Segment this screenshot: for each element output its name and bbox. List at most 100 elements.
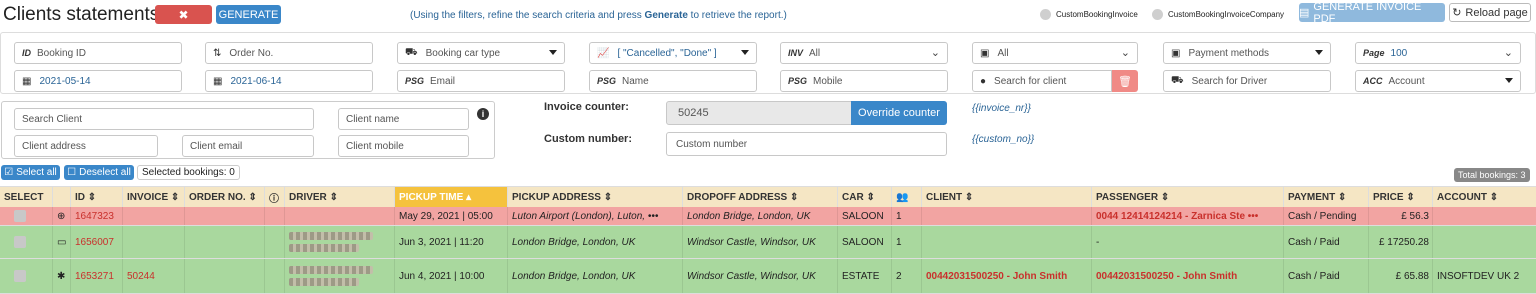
blurred-driver-name bbox=[289, 266, 373, 274]
table-row[interactable]: ▭ 1656007 Jun 3, 2021 | 11:20 London Bri… bbox=[0, 226, 1536, 259]
col-dropoff-address[interactable]: DROPOFF ADDRESS ⇕ bbox=[683, 187, 838, 208]
generate-invoice-pdf-button[interactable]: ▤ GENERATE INVOICE PDF bbox=[1299, 1, 1445, 25]
booking-id-link[interactable]: 1647323 bbox=[71, 207, 123, 225]
money-icon: ▣ bbox=[1171, 47, 1181, 59]
generate-button[interactable]: GENERATE bbox=[216, 5, 281, 24]
info-icon[interactable]: i bbox=[477, 108, 489, 120]
check-square-icon: ☑ bbox=[4, 167, 14, 178]
client-search-input[interactable]: ● Search for client bbox=[972, 70, 1112, 92]
booking-id-link[interactable]: 1653271 bbox=[71, 259, 123, 293]
driver-cell bbox=[285, 207, 395, 225]
invoice-counter-input[interactable]: 50245 bbox=[666, 101, 852, 125]
sort-icon: ⇕ bbox=[603, 192, 613, 203]
col-passengers[interactable]: 👥 bbox=[892, 187, 922, 208]
refresh-icon: ↻ bbox=[1452, 7, 1462, 19]
custom-no-template: {{custom_no}} bbox=[972, 134, 1035, 145]
psg-mobile-input[interactable]: PSG Mobile bbox=[780, 70, 948, 92]
col-id[interactable]: ID ⇕ bbox=[71, 187, 123, 208]
sort-icon: ⇕ bbox=[1160, 192, 1170, 203]
row-checkbox[interactable] bbox=[14, 236, 26, 248]
override-counter-button[interactable]: Override counter bbox=[851, 101, 947, 125]
order-no-cell bbox=[185, 226, 265, 258]
status-select[interactable]: 📈[ "Cancelled", "Done" ] bbox=[589, 42, 757, 64]
driver-cell bbox=[285, 259, 395, 293]
selected-bookings-count: Selected bookings: 0 bbox=[137, 165, 240, 180]
inv-select[interactable]: INV All ⌄ bbox=[780, 42, 948, 64]
col-pickup-address[interactable]: PICKUP ADDRESS ⇕ bbox=[508, 187, 683, 208]
col-passenger[interactable]: PASSENGER ⇕ bbox=[1092, 187, 1284, 208]
cash-select[interactable]: ▣ All ⌄ bbox=[972, 42, 1138, 64]
col-pickup-time[interactable]: PICKUP TIME ▴ bbox=[395, 187, 508, 208]
passenger-cell[interactable]: 00442031500250 - John Smith bbox=[1092, 259, 1284, 293]
psg-name-input[interactable]: PSG Name bbox=[589, 70, 757, 92]
col-order-no[interactable]: ORDER NO. ⇕ bbox=[185, 187, 265, 208]
col-driver[interactable]: DRIVER ⇕ bbox=[285, 187, 395, 208]
col-car[interactable]: CAR ⇕ bbox=[838, 187, 892, 208]
col-select[interactable]: SELECT bbox=[0, 187, 53, 208]
car-type-select[interactable]: ⛟ Booking car type bbox=[397, 42, 565, 64]
payment-cell: Cash / Paid bbox=[1284, 259, 1369, 293]
date-to-input[interactable]: ▦ 2021-06-14 bbox=[205, 70, 373, 92]
clear-client-button[interactable]: 🗑 bbox=[1112, 70, 1138, 92]
pickup-address-cell: London Bridge, London, UK bbox=[508, 226, 683, 258]
col-price[interactable]: PRICE ⇕ bbox=[1369, 187, 1433, 208]
radio-custom-booking-invoice-company[interactable]: CustomBookingInvoiceCompany bbox=[1152, 9, 1284, 20]
car-cell: ESTATE bbox=[838, 259, 892, 293]
passenger-cell[interactable]: 0044 12414124214 - Zarnica Ste ••• bbox=[1092, 207, 1284, 225]
select-all-button[interactable]: ☑ Select all bbox=[1, 165, 60, 180]
blurred-driver-detail bbox=[289, 278, 359, 286]
col-client[interactable]: CLIENT ⇕ bbox=[922, 187, 1092, 208]
info-circle-icon: ⓘ bbox=[269, 194, 279, 205]
client-mobile-input[interactable]: Client mobile bbox=[338, 135, 469, 157]
sort-icon: ⇕ bbox=[329, 192, 338, 203]
deselect-all-button[interactable]: ☐ Deselect all bbox=[64, 165, 134, 180]
order-no-cell bbox=[185, 207, 265, 225]
booking-id-link[interactable]: 1656007 bbox=[71, 226, 123, 258]
client-name-input[interactable]: Client name bbox=[338, 108, 469, 130]
driver-search-input[interactable]: ⛟ Search for Driver bbox=[1163, 70, 1331, 92]
custom-number-input[interactable]: Custom number bbox=[666, 132, 947, 156]
client-cell[interactable]: 00442031500250 - John Smith bbox=[922, 259, 1092, 293]
order-no-input[interactable]: ⇅ Order No. bbox=[205, 42, 373, 64]
users-icon: 👥 bbox=[896, 192, 909, 203]
table-row[interactable]: ⊕ 1647323 May 29, 2021 | 05:00 Luton Air… bbox=[0, 207, 1536, 226]
search-client-input[interactable]: Search Client bbox=[14, 108, 314, 130]
page-size-select[interactable]: Page 100 ⌄ bbox=[1355, 42, 1521, 64]
money-icon: ▣ bbox=[980, 47, 990, 59]
row-checkbox[interactable] bbox=[14, 210, 26, 222]
col-type bbox=[53, 187, 71, 208]
col-invoice[interactable]: INVOICE ⇕ bbox=[123, 187, 185, 208]
client-address-input[interactable]: Client address bbox=[14, 135, 158, 157]
caret-down-icon bbox=[1505, 78, 1513, 83]
sort-icon: ⇕ bbox=[1338, 192, 1347, 203]
radio-custom-booking-invoice[interactable]: CustomBookingInvoice bbox=[1040, 9, 1138, 20]
price-cell: £ 56.3 bbox=[1369, 207, 1433, 225]
shuffle-button[interactable]: ✖ bbox=[155, 5, 212, 24]
booking-id-input[interactable]: ID Booking ID bbox=[14, 42, 182, 64]
client-cell[interactable] bbox=[922, 226, 1092, 258]
globe-icon: ⊕ bbox=[57, 210, 66, 222]
pax-cell: 2 bbox=[892, 259, 922, 293]
chevron-down-icon: ⌄ bbox=[1120, 47, 1130, 59]
date-from-input[interactable]: ▦ 2021-05-14 bbox=[14, 70, 182, 92]
payment-cell: Cash / Paid bbox=[1284, 226, 1369, 258]
client-email-input[interactable]: Client email bbox=[182, 135, 314, 157]
order-no-cell bbox=[185, 259, 265, 293]
trash-icon: 🗑 bbox=[1118, 75, 1132, 88]
psg-email-input[interactable]: PSG Email bbox=[397, 70, 565, 92]
col-payment[interactable]: PAYMENT ⇕ bbox=[1284, 187, 1369, 208]
table-row[interactable]: ✱ 1653271 50244 Jun 4, 2021 | 10:00 Lond… bbox=[0, 259, 1536, 294]
radio-icon bbox=[1152, 9, 1163, 20]
row-checkbox[interactable] bbox=[14, 270, 26, 282]
pax-cell: 1 bbox=[892, 207, 922, 225]
dropoff-address-cell: Windsor Castle, Windsor, UK bbox=[683, 226, 838, 258]
client-cell[interactable] bbox=[922, 207, 1092, 225]
caret-down-icon bbox=[549, 50, 557, 55]
col-account[interactable]: ACCOUNT ⇕ bbox=[1433, 187, 1536, 208]
radio-icon bbox=[1040, 9, 1051, 20]
account-select[interactable]: ACC Account bbox=[1355, 70, 1521, 92]
invoice-cell[interactable]: 50244 bbox=[123, 259, 185, 293]
calendar-icon: ▦ bbox=[213, 75, 223, 87]
reload-page-button[interactable]: ↻ Reload page bbox=[1449, 3, 1531, 22]
payment-methods-select[interactable]: ▣ Payment methods bbox=[1163, 42, 1331, 64]
